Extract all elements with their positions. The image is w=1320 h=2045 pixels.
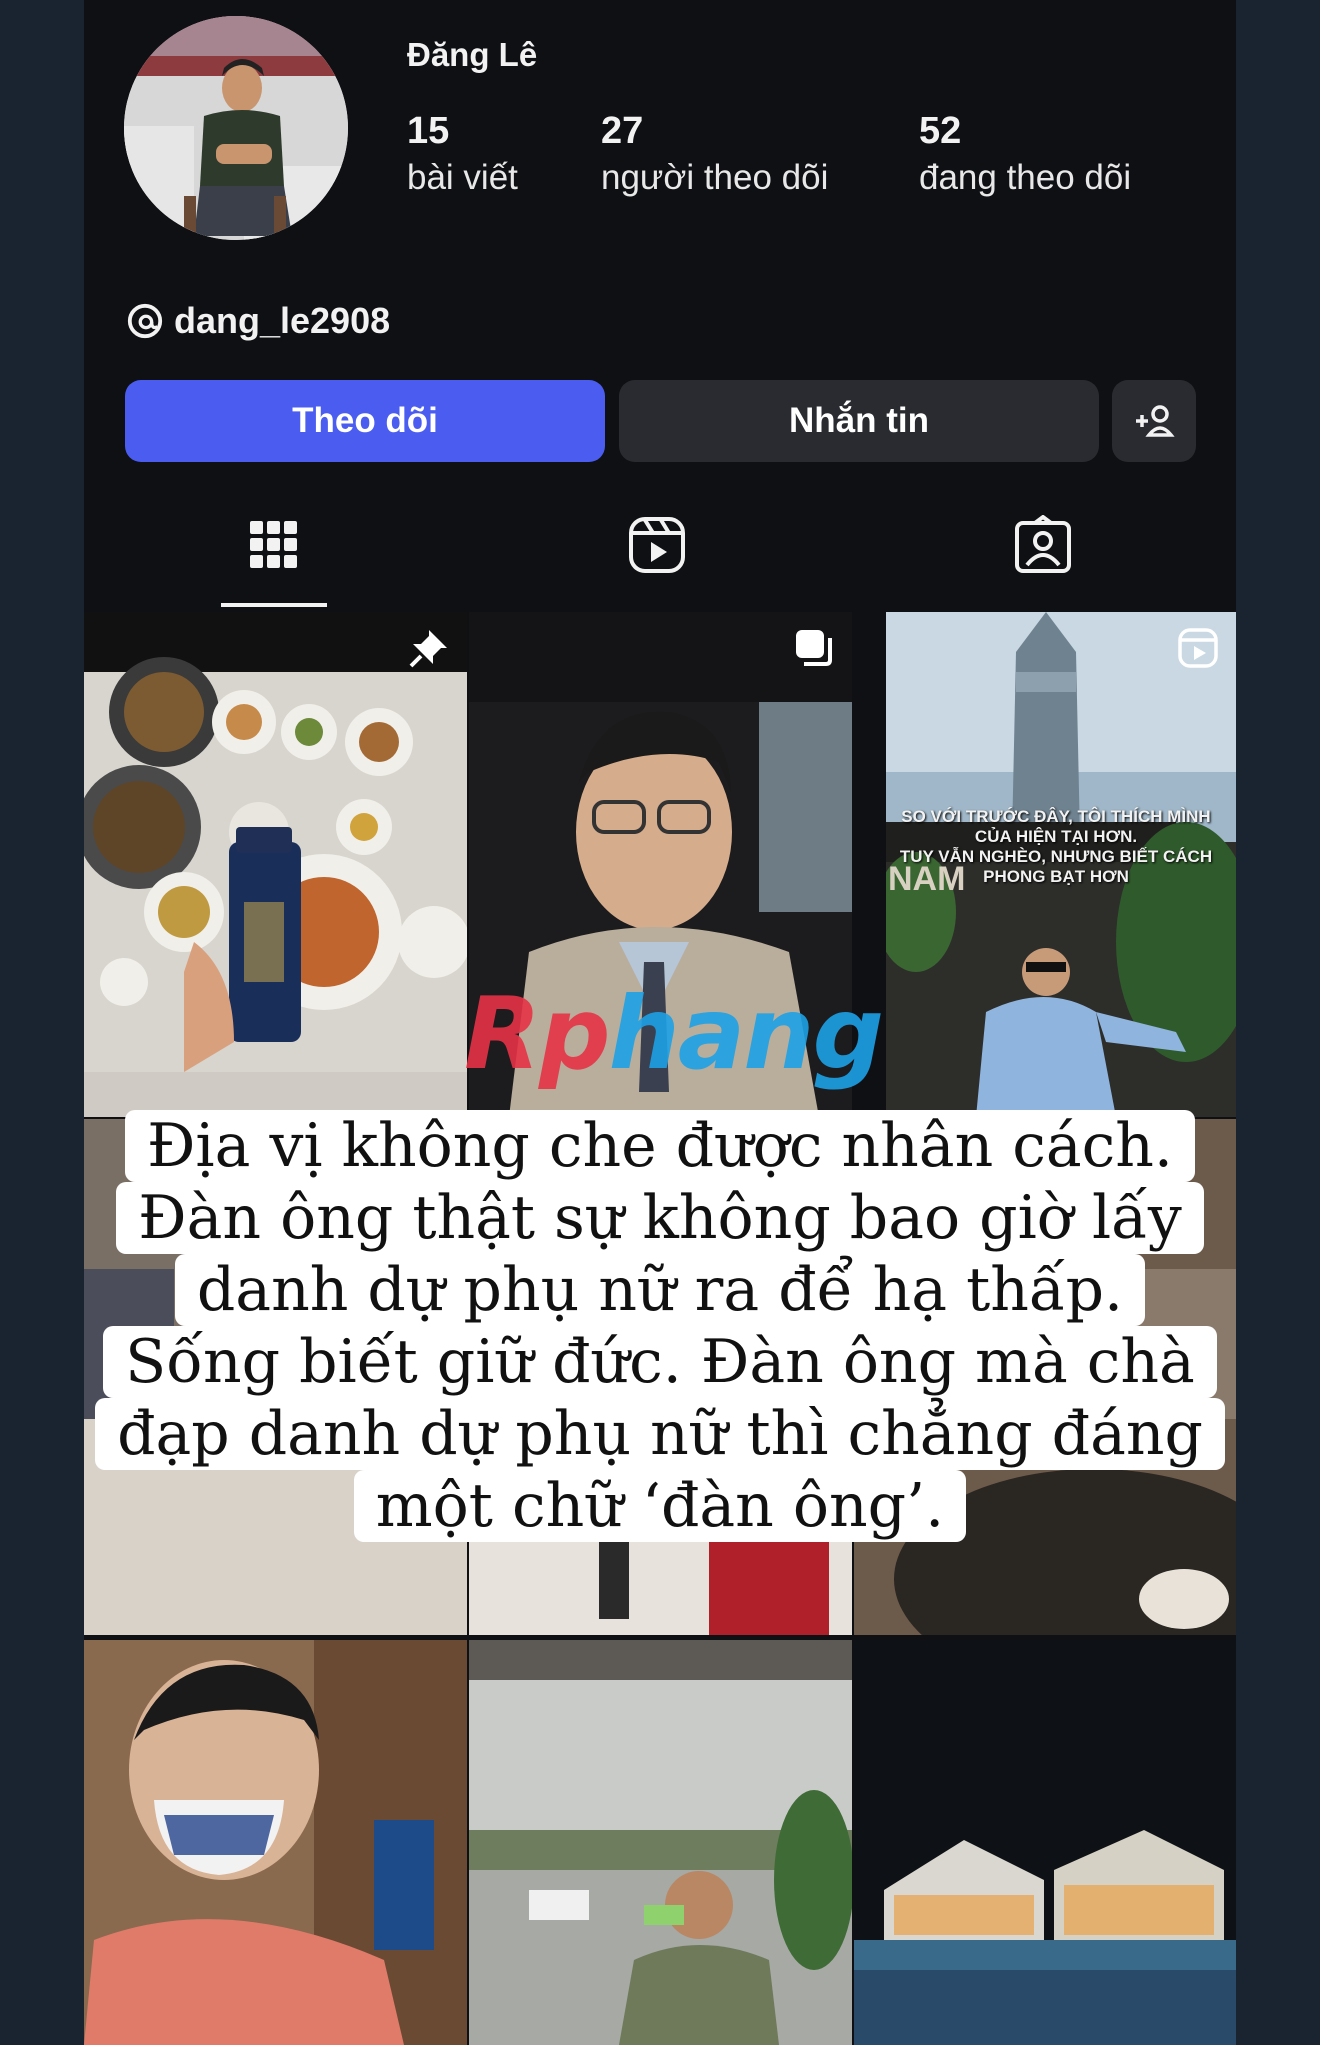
stat-followers-value: 27 — [601, 110, 644, 152]
reels-icon — [629, 517, 685, 573]
watermark-part2: hang — [608, 975, 884, 1092]
post-food-table[interactable] — [84, 612, 467, 1117]
reel-caption-line: CỦA HIỆN TẠI HƠN. — [974, 827, 1138, 846]
post-cafe-view[interactable] — [469, 1640, 852, 2045]
tab-reels[interactable] — [617, 505, 697, 585]
threads-handle: dang_le2908 — [174, 300, 391, 341]
quote-line: danh dự phụ nữ ra để hạ thấp. — [174, 1254, 1146, 1326]
profile-name: Đăng Lê — [407, 36, 538, 73]
suggest-button[interactable] — [1112, 380, 1196, 462]
tab-tagged[interactable] — [1003, 505, 1083, 585]
stat-followers-label: người theo dõi — [601, 158, 829, 197]
building-sign: NAM — [888, 860, 966, 898]
post-reel-tower[interactable]: SO VỚI TRƯỚC ĐÂY, TÔI THÍCH MÌNH CỦA HIỆ… — [886, 612, 1236, 1117]
reel-caption-line: SO VỚI TRƯỚC ĐÂY, TÔI THÍCH MÌNH — [901, 807, 1211, 826]
stat-following-label: đang theo dõi — [919, 158, 1132, 197]
quote-line: Địa vị không che được nhân cách. — [124, 1110, 1195, 1182]
stat-posts-label: bài viết — [407, 158, 518, 197]
watermark-logo: Rphang — [464, 975, 884, 1092]
message-button[interactable]: Nhắn tin — [619, 380, 1099, 462]
profile-avatar[interactable] — [124, 16, 348, 240]
profile-screen: Đăng Lê 15 bài viết 27 người theo dõi 52… — [84, 0, 1236, 2045]
quote-overlay: Địa vị không che được nhân cách. Đàn ông… — [84, 1110, 1236, 1542]
reels-icon — [1178, 628, 1218, 668]
carousel-icon — [796, 630, 832, 666]
stat-posts-value: 15 — [407, 110, 450, 152]
pin-icon — [409, 630, 447, 668]
watermark-part1: Rp — [464, 975, 611, 1092]
post-photo — [854, 1640, 1236, 2045]
quote-line: một chữ ‘đàn ông’. — [353, 1470, 967, 1542]
post-photo — [84, 612, 467, 1117]
threads-link[interactable]: dang_le2908 — [126, 300, 390, 342]
tagged-icon — [1015, 515, 1071, 573]
threads-icon — [127, 303, 163, 339]
avatar-photo — [124, 16, 348, 240]
grid-icon — [250, 521, 297, 568]
quote-line: đạp danh dự phụ nữ thì chẳng đáng — [95, 1398, 1225, 1470]
quote-line: Sống biết giữ đức. Đàn ông mà chà — [103, 1326, 1217, 1398]
post-photo — [469, 1640, 852, 2045]
post-resort-night[interactable] — [854, 1640, 1236, 2045]
active-tab-indicator — [221, 603, 327, 607]
follow-button[interactable]: Theo dõi — [125, 380, 605, 462]
person-add-icon — [1136, 405, 1175, 437]
stat-following-value: 52 — [919, 110, 962, 152]
background-right — [1236, 0, 1320, 2045]
quote-line: Đàn ông thật sự không bao giờ lấy — [116, 1182, 1204, 1254]
post-tea-cup[interactable] — [84, 1640, 467, 2045]
tab-posts-grid[interactable] — [234, 505, 314, 585]
background-left — [0, 0, 84, 2045]
post-photo — [84, 1640, 467, 2045]
